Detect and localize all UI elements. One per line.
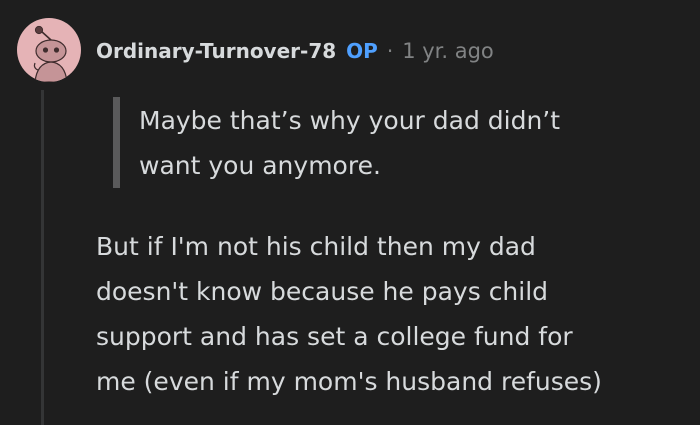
comment-body: But if I'm not his child then my dad doe… xyxy=(96,224,696,404)
thread-line[interactable] xyxy=(41,90,44,425)
op-badge: OP xyxy=(346,39,378,63)
avatar[interactable] xyxy=(17,18,81,82)
blockquote-line: want you anymore. xyxy=(139,151,381,180)
comment-body-line: support and has set a college fund for xyxy=(96,322,573,351)
comment-body-line: me (even if my mom's husband refuses) xyxy=(96,367,602,396)
blockquote-line: Maybe that’s why your dad didn’t xyxy=(139,106,561,135)
comment-timestamp[interactable]: 1 yr. ago xyxy=(402,39,494,63)
meta-separator: · xyxy=(386,39,394,63)
comment-body-line: doesn't know because he pays child xyxy=(96,277,549,306)
snoo-avatar-icon xyxy=(33,25,68,82)
comment-body-line: But if I'm not his child then my dad xyxy=(96,232,536,261)
username-link[interactable]: Ordinary-Turnover-78 xyxy=(96,39,336,63)
blockquote-bar xyxy=(113,97,120,188)
blockquote-text: Maybe that’s why your dad didn’t want yo… xyxy=(139,98,679,188)
comment-header: Ordinary-Turnover-78 OP · 1 yr. ago xyxy=(96,34,494,68)
